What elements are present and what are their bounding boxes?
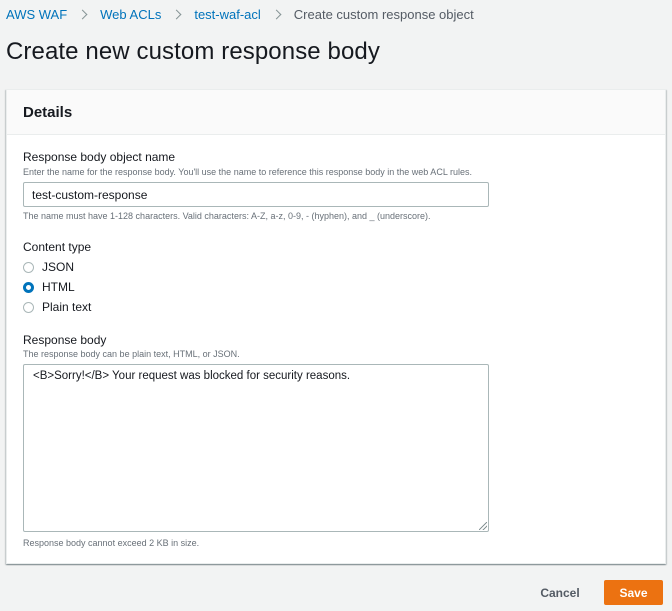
breadcrumb-current: Create custom response object [293, 6, 474, 22]
radio-html[interactable] [23, 281, 34, 293]
save-button[interactable]: Save [604, 580, 663, 605]
details-panel: Details Response body object name Enter … [6, 89, 666, 564]
chevron-right-icon [271, 9, 282, 19]
radio-plain-text-label: Plain text [42, 300, 92, 314]
breadcrumb: AWS WAF Web ACLs test-waf-acl Create cus… [6, 5, 474, 23]
details-title: Details [23, 104, 73, 121]
name-field-description: Enter the name for the response body. Yo… [23, 167, 472, 177]
breadcrumb-test-waf-acl[interactable]: test-waf-acl [194, 7, 260, 22]
breadcrumb-web-acls[interactable]: Web ACLs [100, 7, 161, 22]
content-type-json-option[interactable]: JSON [23, 259, 74, 275]
response-body-name-input[interactable] [23, 182, 489, 207]
radio-html-label: HTML [42, 280, 75, 294]
details-panel-header: Details [7, 90, 665, 135]
response-body-constraint: Response body cannot exceed 2 KB in size… [23, 538, 200, 548]
radio-json-label: JSON [42, 260, 75, 274]
chevron-right-icon [77, 9, 88, 19]
resize-handle-icon[interactable] [479, 522, 487, 530]
radio-plain-text[interactable] [23, 301, 34, 313]
radio-json[interactable] [23, 261, 34, 273]
breadcrumb-aws-waf[interactable]: AWS WAF [6, 7, 67, 22]
response-body-description: The response body can be plain text, HTM… [23, 349, 240, 359]
response-body-textarea[interactable]: <B>Sorry!</B> Your request was blocked f… [23, 364, 489, 532]
content-type-plain-text-option[interactable]: Plain text [23, 299, 91, 315]
content-type-html-option[interactable]: HTML [23, 279, 75, 295]
content-type-label: Content type [23, 240, 92, 254]
name-field-label: Response body object name [23, 150, 176, 164]
page-title: Create new custom response body [6, 38, 380, 65]
response-body-label: Response body [23, 333, 107, 347]
cancel-button[interactable]: Cancel [531, 582, 589, 604]
chevron-right-icon [171, 9, 182, 19]
name-field-constraint: The name must have 1-128 characters. Val… [23, 211, 431, 221]
